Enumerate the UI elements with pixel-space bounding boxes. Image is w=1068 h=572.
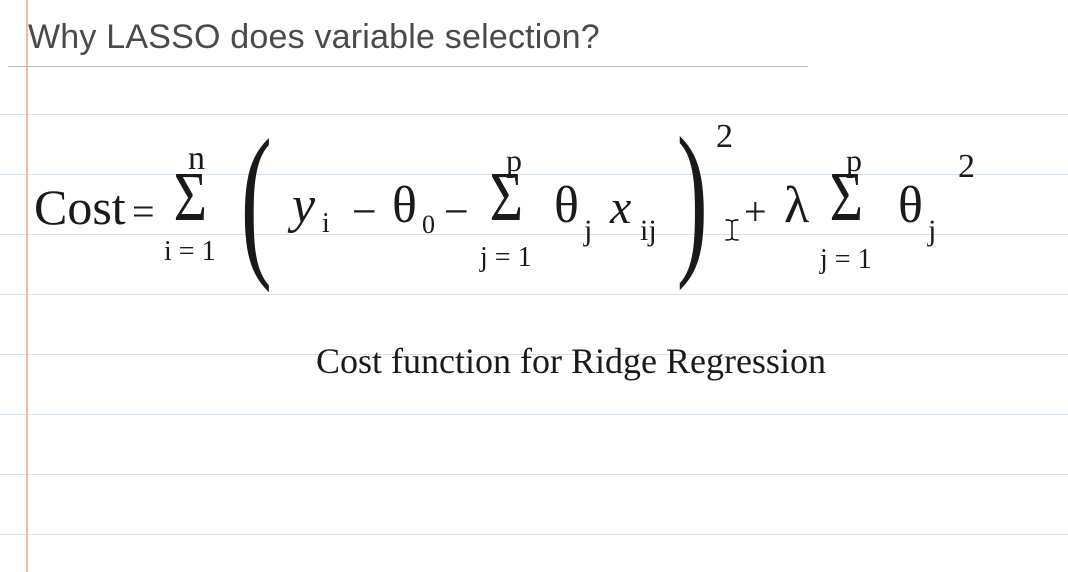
paren-close: ) bbox=[677, 100, 708, 295]
vertical-margin-line bbox=[26, 0, 28, 572]
rule-line bbox=[0, 474, 1068, 475]
sum2-bot: j = 1 bbox=[480, 242, 532, 274]
paren-open: ( bbox=[241, 102, 272, 297]
thetaj2-sub: j bbox=[928, 214, 936, 248]
minus1: − bbox=[352, 186, 377, 237]
squared-1: 2 bbox=[716, 118, 733, 156]
lined-paper bbox=[0, 0, 1068, 572]
lambda: λ bbox=[784, 176, 809, 235]
equation-caption: Cost function for Ridge Regression bbox=[316, 340, 826, 382]
thetaj2: θ bbox=[898, 176, 923, 235]
sum2-sigma: Σ bbox=[490, 158, 523, 238]
squared-2: 2 bbox=[958, 148, 975, 186]
rule-line bbox=[0, 414, 1068, 415]
term-yi: y bbox=[292, 176, 315, 235]
text-cursor-icon bbox=[724, 218, 741, 242]
theta0-sub: 0 bbox=[422, 210, 435, 240]
thetaj-sub: j bbox=[584, 214, 592, 248]
rule-line bbox=[0, 534, 1068, 535]
sum3-bot: j = 1 bbox=[820, 244, 872, 276]
sum3-sigma: Σ bbox=[830, 158, 863, 238]
page-title: Why LASSO does variable selection? bbox=[28, 18, 600, 57]
thetaj: θ bbox=[554, 176, 579, 235]
plus: + bbox=[744, 188, 767, 235]
title-underline bbox=[8, 66, 808, 67]
rule-line bbox=[0, 174, 1068, 175]
sum1-bot: i = 1 bbox=[164, 236, 216, 268]
rule-line bbox=[0, 114, 1068, 115]
minus2: − bbox=[444, 186, 469, 237]
rule-line bbox=[0, 294, 1068, 295]
xij: x bbox=[610, 180, 631, 235]
term-yi-sub: i bbox=[322, 208, 330, 240]
theta0: θ bbox=[392, 176, 417, 235]
xij-sub: ij bbox=[640, 214, 657, 248]
sum1-sigma: Σ bbox=[174, 158, 207, 238]
eq-equals: = bbox=[132, 188, 155, 235]
eq-lhs: Cost bbox=[34, 178, 126, 236]
